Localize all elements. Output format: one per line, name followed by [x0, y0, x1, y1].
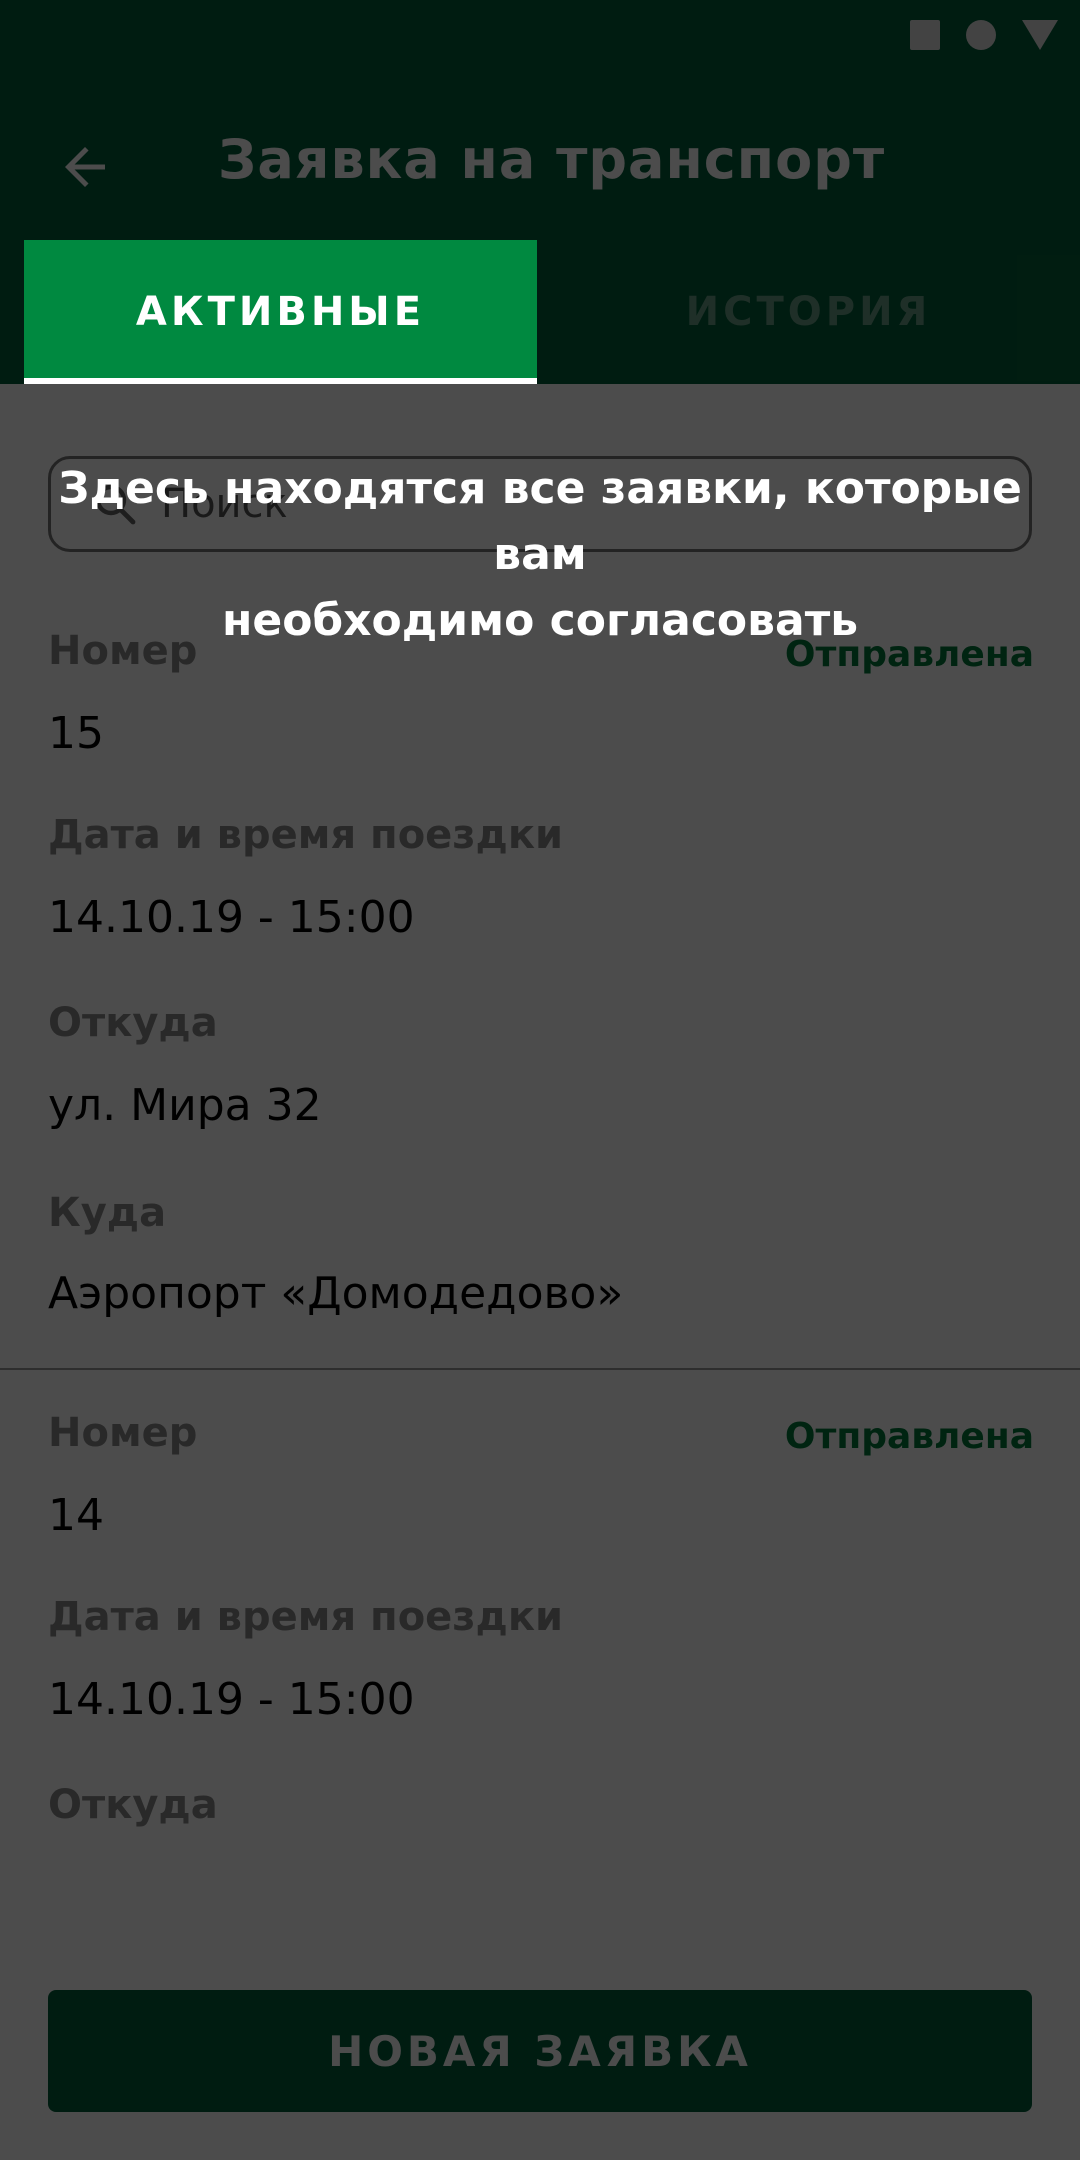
- from-value: ул. Мира 32: [48, 1080, 322, 1131]
- search-field[interactable]: [48, 456, 1032, 552]
- circle-icon: [966, 20, 996, 50]
- datetime-label: Дата и время поездки: [48, 1594, 564, 1640]
- number-label: Номер: [48, 628, 198, 674]
- number-label: Номер: [48, 1410, 198, 1456]
- request-card[interactable]: Номер Отправлена 15 Дата и время поездки…: [0, 594, 1080, 1370]
- search-input[interactable]: [161, 481, 981, 527]
- new-request-button[interactable]: НОВАЯ ЗАЯВКА: [48, 1990, 1032, 2112]
- from-label: Откуда: [48, 1000, 218, 1046]
- status-bar: [0, 0, 1080, 72]
- status-badge: Отправлена: [784, 1416, 1034, 1457]
- tab-bar: АКТИВНЫЕ ИСТОРИЯ: [0, 240, 1080, 384]
- back-button[interactable]: [40, 122, 130, 212]
- app-screen: Заявка на транспорт АКТИВНЫЕ ИСТОРИЯ Ном…: [0, 0, 1080, 2160]
- arrow-back-icon: [65, 147, 105, 187]
- datetime-value: 14.10.19 - 15:00: [48, 1674, 415, 1725]
- to-value: Аэропорт «Домодедово»: [48, 1268, 624, 1319]
- page-title: Заявка на транспорт: [218, 128, 886, 191]
- from-label: Откуда: [48, 1782, 218, 1828]
- status-icons: [910, 20, 1058, 50]
- status-badge: Отправлена: [784, 634, 1034, 675]
- request-number: 15: [48, 708, 104, 759]
- triangle-icon: [1022, 20, 1058, 50]
- to-label: Куда: [48, 1190, 167, 1236]
- tab-active-label: АКТИВНЫЕ: [135, 289, 426, 335]
- tab-history-label: ИСТОРИЯ: [685, 289, 932, 335]
- datetime-label: Дата и время поездки: [48, 812, 564, 858]
- square-icon: [910, 20, 940, 50]
- request-list[interactable]: Номер Отправлена 15 Дата и время поездки…: [0, 384, 1080, 2160]
- search-icon: [87, 476, 143, 532]
- tab-history[interactable]: ИСТОРИЯ: [537, 240, 1080, 384]
- app-bar: Заявка на транспорт: [0, 72, 1080, 240]
- datetime-value: 14.10.19 - 15:00: [48, 892, 415, 943]
- tab-active[interactable]: АКТИВНЫЕ: [24, 240, 537, 384]
- request-number: 14: [48, 1490, 104, 1541]
